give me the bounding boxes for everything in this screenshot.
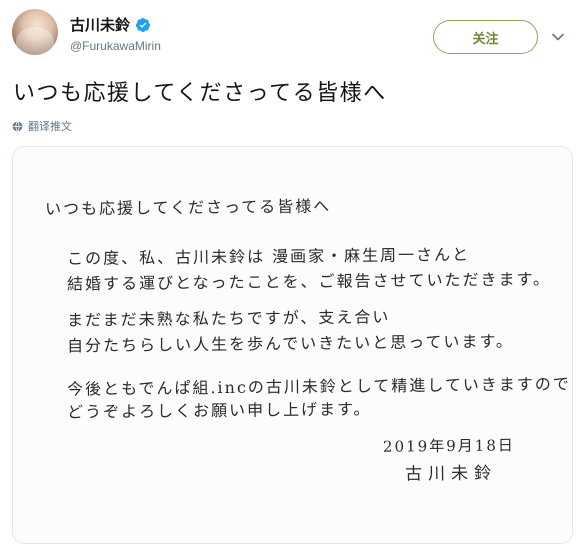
letter-greeting: いつも応援してくださってる皆様へ xyxy=(44,196,332,219)
translate-label: 翻译推文 xyxy=(28,120,72,133)
translate-tweet-link[interactable]: 翻译推文 xyxy=(12,118,72,134)
verified-badge-icon xyxy=(136,17,151,32)
user-handle[interactable]: @FurukawaMirin xyxy=(70,39,161,53)
letter-line: この度、私、古川未鈴は 漫画家・麻生周一さんと xyxy=(66,244,471,269)
letter-line: 自分たちらしい人生を歩んでいきたいと思っています。 xyxy=(66,331,514,356)
letter-line: 結婚する運びとなったことを、ご報告させていただきます。 xyxy=(66,269,552,294)
chevron-down-icon[interactable] xyxy=(551,30,565,44)
avatar[interactable] xyxy=(12,9,58,55)
letter-line: まだまだ未熟な私たちですが、支え合い xyxy=(66,307,391,330)
letter-signature: 古川未鈴 xyxy=(404,463,498,485)
follow-button[interactable]: 关注 xyxy=(433,20,538,54)
letter-line: どうぞよろしくお願い申し上げます。 xyxy=(66,399,372,422)
display-name[interactable]: 古川未鈴 xyxy=(70,14,130,35)
tweet-header: 古川未鈴 @FurukawaMirin 关注 xyxy=(0,0,588,66)
globe-icon xyxy=(12,120,23,132)
letter-image[interactable]: いつも応援してくださってる皆様へ この度、私、古川未鈴は 漫画家・麻生周一さんと… xyxy=(12,146,573,544)
tweet-text: いつも応援してくださってる皆様へ xyxy=(13,81,387,106)
letter-date: 2019年9月18日 xyxy=(382,436,515,456)
name-row: 古川未鈴 xyxy=(70,14,151,35)
